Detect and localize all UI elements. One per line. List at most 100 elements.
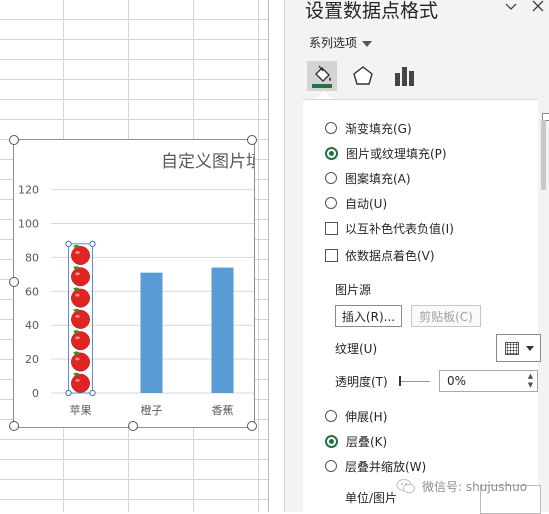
series-options-label: 系列选项 [309,36,358,50]
apple-mark [71,267,90,287]
y-tick-label: 100 [18,218,39,231]
apple-leaf [73,287,80,291]
apple-highlight [75,357,80,361]
y-tick-label: 120 [18,184,39,197]
scrollbar-thumb[interactable] [541,120,546,190]
y-tick-label: 60 [25,285,39,298]
tab-fill-line[interactable] [307,61,337,91]
slider-knob[interactable] [399,376,401,386]
chart-resize-handle-top-right[interactable] [247,135,257,145]
spin-buttons[interactable]: ▲ ▼ [526,372,535,390]
option-label: 图片或纹理填充(P) [346,146,447,161]
bar-chart[interactable]: 自定义图片填 0 20 40 60 80 100 120 苹果 橙子 香蕉 [14,140,254,427]
caret-down-icon [526,346,534,351]
checkbox[interactable] [325,221,338,235]
pane-splitter[interactable] [269,0,284,512]
checkbox-vary-colors-by-point[interactable]: 依数据点着色(V) [325,246,435,264]
spin-up-icon[interactable]: ▲ [526,372,535,381]
checkbox[interactable] [325,248,338,262]
y-tick-label: 80 [25,251,39,264]
radio-automatic[interactable]: 自动(U) [325,194,387,212]
radio-picture-texture-fill[interactable]: 图片或纹理填充(P) [325,144,447,162]
radio-gradient-fill[interactable]: 渐变填充(G) [325,119,412,137]
chart-resize-handle-bottom-left[interactable] [9,421,19,431]
option-label: 层叠(K) [346,434,388,449]
radio-stretch[interactable]: 伸展(H) [325,407,387,425]
x-tick-label: 苹果 [70,403,92,417]
chart-resize-handle-bottom-right[interactable] [247,421,257,431]
apple-mark [71,310,90,329]
transparency-value: 0% [447,374,467,388]
pane-title: 设置数据点格式 [305,0,439,22]
apple-highlight [75,378,80,382]
wechat-icon [396,479,415,494]
radio-button[interactable] [325,197,337,209]
option-label: 层叠并缩放(W) [345,459,427,474]
pentagon-icon [353,66,373,85]
apple-mark [71,288,90,308]
units-per-picture-label: 单位/图片 [345,491,398,505]
close-icon[interactable] [530,0,546,14]
radio-pattern-fill[interactable]: 图案填充(A) [325,169,411,187]
option-label: 以互补色代表负值(I) [345,221,454,236]
bar [140,272,163,393]
y-tick-label: 0 [32,387,39,400]
chart-area[interactable]: 自定义图片填 0 20 40 60 80 100 120 苹果 橙子 香蕉 [13,139,255,428]
chevron-down-icon[interactable] [503,0,519,14]
option-label: 自动(U) [345,196,388,211]
transparency-slider[interactable] [399,372,430,390]
radio-stack-and-scale[interactable]: 层叠并缩放(W) [325,457,426,475]
checkbox-invert-if-negative[interactable]: 以互补色代表负值(I) [325,219,454,237]
transparency-label: 透明度(T) [335,375,388,389]
radio-button-selected[interactable] [325,434,338,448]
transparency-input[interactable]: 0% ▲ ▼ [439,370,538,392]
active-tab-pointer [316,91,332,99]
chart-resize-handle-top-left[interactable] [9,135,19,145]
tab-effects[interactable] [348,61,378,91]
bar-selection-handle [89,389,96,397]
bar-selection-handle [89,240,96,247]
texture-dropdown[interactable] [496,334,541,362]
y-tick-label: 20 [25,353,39,366]
paint-bucket-icon [312,65,332,88]
option-label: 依数据点着色(V) [345,248,435,263]
apple-highlight [75,251,80,254]
option-label: 渐变填充(G) [345,121,412,136]
apple-leaf [73,330,80,334]
x-tick-label: 香蕉 [212,404,234,417]
insert-button[interactable]: 插入(R)... [335,305,402,327]
texture-swatch-icon [505,342,519,355]
radio-button[interactable] [325,460,337,472]
apple-mark [71,373,90,393]
radio-button-selected[interactable] [325,146,338,160]
apple-leaf [73,351,80,355]
option-label: 图案填充(A) [345,171,411,186]
apple-highlight [75,293,80,297]
clipboard-button[interactable]: 剪贴板(C) [411,305,481,327]
spin-down-icon[interactable]: ▼ [526,381,535,390]
chart-resize-handle-left[interactable] [9,277,19,287]
apple-highlight [75,315,80,318]
caret-down-icon [362,40,373,47]
watermark-text: 微信号: shujushuo [422,480,528,494]
apple-mark [71,246,90,265]
tab-series-options[interactable] [389,61,419,91]
bar-chart-icon [395,67,414,86]
bar-selection-handle [65,240,72,247]
picture-source-heading: 图片源 [335,283,372,297]
bar-selection-handle [65,389,72,397]
radio-button[interactable] [325,122,337,134]
series-options-dropdown[interactable]: 系列选项 [309,34,373,51]
y-tick-label: 40 [25,319,39,332]
bar [211,267,234,393]
chart-resize-handle-bottom[interactable] [128,421,138,431]
radio-button[interactable] [325,410,337,422]
apple-highlight [75,336,80,340]
format-data-point-pane: 设置数据点格式 系列选项 渐变填充(G) 图片或纹理填充(P) 图案填充(A) … [284,0,549,514]
chart-title: 自定义图片填 [161,152,254,172]
apple-leaf [73,266,80,270]
texture-label: 纹理(U) [335,342,378,356]
radio-stack[interactable]: 层叠(K) [325,432,387,450]
radio-button[interactable] [325,172,337,184]
option-label: 伸展(H) [345,409,388,424]
